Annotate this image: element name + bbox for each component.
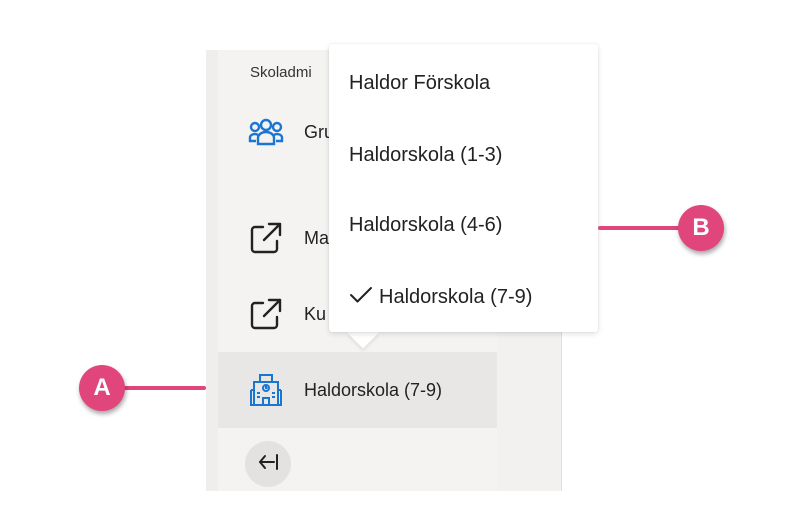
external-link-icon — [248, 296, 284, 332]
school-selector[interactable]: Haldorskola (7-9) — [218, 352, 497, 428]
collapse-sidebar-button[interactable] — [245, 441, 291, 487]
sidebar-item-label: Grupper — [304, 121, 330, 142]
section-label-skoladmin: Skoladmi — [250, 64, 312, 81]
external-link-icon — [248, 220, 284, 256]
callout-b-line — [598, 226, 682, 230]
sidebar-item-label: Ma — [304, 227, 330, 248]
sidebar-item-label: Ku — [304, 303, 327, 324]
school-dropdown-menu: Haldor Förskola Haldorskola (1-3) Haldor… — [329, 44, 598, 332]
school-building-icon — [248, 372, 284, 408]
dropdown-option[interactable]: Haldorskola (1-3) — [329, 125, 598, 185]
callout-a: A — [79, 365, 125, 411]
dropdown-option-label: Haldorskola (1-3) — [349, 143, 503, 166]
dropdown-option[interactable]: Haldorskola (4-6) — [329, 195, 598, 255]
checkmark-icon — [349, 283, 373, 307]
dropdown-option-label: Haldor Förskola — [349, 71, 491, 94]
callout-a-line — [118, 386, 206, 390]
dropdown-option-label: Haldorskola (7-9) — [379, 285, 533, 308]
collapse-left-icon — [257, 453, 279, 476]
dropdown-option-label: Haldorskola (4-6) — [349, 213, 503, 236]
callout-b: B — [678, 205, 724, 251]
school-selector-label: Haldorskola (7-9) — [304, 379, 443, 400]
dropdown-option-selected[interactable]: Haldorskola (7-9) — [329, 267, 598, 327]
dropdown-option[interactable]: Haldor Förskola — [329, 53, 598, 113]
groups-icon — [248, 114, 284, 150]
